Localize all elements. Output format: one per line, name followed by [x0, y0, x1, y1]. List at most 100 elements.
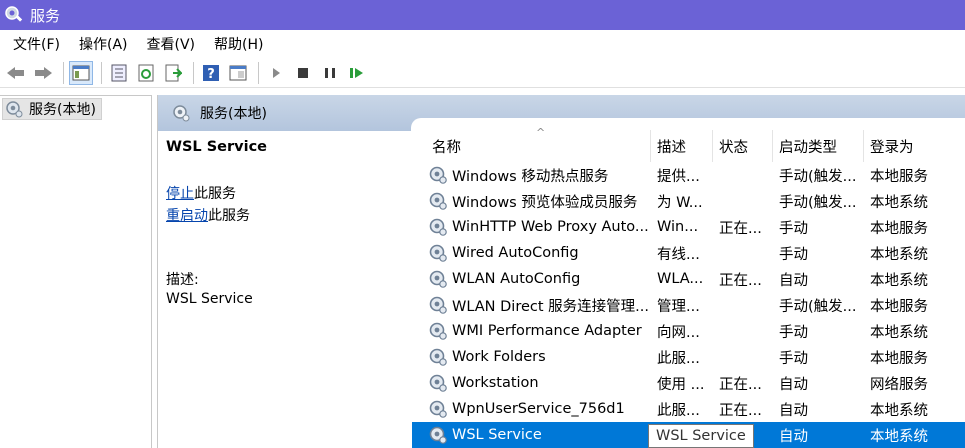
export-list-button[interactable] — [161, 61, 185, 85]
cell-log-on-as: 本地服务 — [870, 298, 928, 315]
selected-service-name: WSL Service — [166, 139, 268, 155]
cell-startup-type: 自动 — [779, 428, 808, 445]
cell-status — [719, 292, 775, 318]
cell-startup-type: 手动(触发... — [779, 168, 857, 185]
pause-service-button[interactable] — [318, 61, 342, 85]
stop-icon — [298, 67, 308, 78]
cell-status: 正在... — [719, 220, 762, 237]
properties-button[interactable] — [107, 61, 131, 85]
description-text: WSL Service — [166, 291, 253, 307]
export-list-icon — [165, 64, 182, 81]
toolbar-separator — [258, 61, 259, 84]
column-header-startup-type[interactable]: 启动类型 — [773, 130, 864, 162]
console-tree-button[interactable] — [69, 60, 93, 85]
refresh-button[interactable] — [134, 61, 158, 85]
column-header-log-on-as[interactable]: 登录为 — [864, 130, 965, 162]
restart-service-button[interactable] — [345, 61, 369, 85]
table-row[interactable]: WLAN AutoConfig WLA... 正在... 自动 本地系统 — [412, 266, 965, 292]
start-service-button[interactable] — [264, 61, 288, 85]
forward-button[interactable] — [31, 61, 55, 85]
menu-file[interactable]: 文件(F) — [13, 34, 60, 54]
refresh-icon — [138, 64, 154, 81]
service-gear-icon — [429, 218, 447, 236]
column-header-description[interactable]: 描述 — [651, 130, 713, 162]
cell-description: 管理... — [657, 298, 700, 315]
table-row[interactable]: WLAN Direct 服务连接管理... 管理... 手动(触发... 本地服务 — [412, 292, 965, 318]
restart-service-link[interactable]: 重启动 — [166, 208, 208, 224]
cell-startup-type: 自动 — [779, 272, 808, 289]
services-gear-icon — [5, 6, 23, 22]
cell-status — [719, 344, 775, 370]
panel-title: 服务(本地) — [200, 106, 267, 122]
resume-icon — [350, 67, 363, 78]
pause-icon — [325, 67, 335, 78]
table-row[interactable]: Windows 预览体验成员服务 为 W... 手动(触发... 本地系统 — [412, 188, 965, 214]
description-label: 描述: — [166, 272, 199, 288]
cell-log-on-as: 本地系统 — [870, 324, 928, 341]
cell-description: Win... — [657, 219, 699, 235]
restart-suffix: 此服务 — [208, 208, 250, 224]
console-tree: 服务(本地) — [0, 95, 152, 448]
cell-log-on-as: 本地系统 — [870, 194, 928, 211]
table-row[interactable]: WinHTTP Web Proxy Auto... Win... 正在... 手动 本地… — [412, 214, 965, 240]
title-bar: 服务 — [0, 0, 965, 30]
service-gear-icon — [429, 166, 447, 184]
menu-view[interactable]: 查看(V) — [147, 34, 196, 54]
table-row[interactable]: WpnUserService_756d1 此服... 正在... 自动 本地系统 — [412, 396, 965, 422]
name-tooltip: WSL Service — [648, 424, 754, 448]
table-row[interactable]: Windows 移动热点服务 提供... 手动(触发... 本地服务 — [412, 162, 965, 188]
cell-name: Work Folders — [452, 349, 546, 365]
cell-name: Workstation — [452, 375, 539, 391]
console-tree-icon — [72, 65, 90, 80]
cell-log-on-as: 本地系统 — [870, 246, 928, 263]
back-button[interactable] — [4, 61, 28, 85]
service-gear-icon — [429, 270, 447, 288]
cell-log-on-as: 本地系统 — [870, 272, 928, 289]
cell-status — [719, 188, 775, 214]
toolbar-separator — [193, 61, 194, 84]
view-button[interactable] — [226, 61, 250, 85]
cell-status — [719, 162, 775, 188]
svg-text:?: ? — [207, 67, 215, 82]
forward-icon — [35, 66, 52, 79]
table-row[interactable]: Work Folders 此服... 手动 本地服务 — [412, 344, 965, 370]
toolbar-separator — [63, 61, 64, 84]
cell-startup-type: 自动 — [779, 376, 808, 393]
window-title: 服务 — [30, 6, 61, 25]
menu-action[interactable]: 操作(A) — [79, 34, 128, 54]
toolbar: ? — [0, 58, 965, 88]
cell-name: WLAN Direct 服务连接管理... — [452, 298, 649, 315]
cell-startup-type: 手动 — [779, 246, 808, 263]
menu-bar: 文件(F) 操作(A) 查看(V) 帮助(H) — [0, 30, 965, 58]
cell-startup-type: 手动 — [779, 350, 808, 367]
cell-log-on-as: 网络服务 — [870, 376, 928, 393]
table-row[interactable]: Wired AutoConfig 有线... 手动 本地系统 — [412, 240, 965, 266]
cell-name: Wired AutoConfig — [452, 245, 579, 261]
cell-name: Windows 预览体验成员服务 — [452, 194, 638, 211]
cell-name: WLAN AutoConfig — [452, 271, 581, 287]
column-header-name[interactable]: 名称 — [426, 130, 651, 162]
help-icon: ? — [203, 64, 219, 82]
stop-service-link[interactable]: 停止 — [166, 186, 194, 202]
service-gear-icon — [429, 400, 447, 418]
cell-log-on-as: 本地服务 — [870, 220, 928, 237]
toolbar-separator — [101, 61, 102, 84]
tree-item-services-local[interactable]: 服务(本地) — [2, 98, 102, 120]
stop-suffix: 此服务 — [194, 186, 236, 202]
table-header: ^ 名称 描述 状态 启动类型 登录为 — [412, 126, 965, 162]
table-row[interactable]: WMI Performance Adapter 向网... 手动 本地系统 — [412, 318, 965, 344]
stop-service-button[interactable] — [291, 61, 315, 85]
cell-startup-type: 手动 — [779, 324, 808, 341]
service-gear-icon — [429, 374, 447, 392]
cell-name: WpnUserService_756d1 — [452, 401, 625, 417]
table-row[interactable]: Workstation 使用 ... 正在... 自动 网络服务 — [412, 370, 965, 396]
service-gear-icon — [429, 296, 447, 314]
help-button[interactable]: ? — [199, 61, 223, 85]
properties-icon — [111, 64, 127, 81]
cell-status: 正在... — [719, 402, 762, 419]
menu-help[interactable]: 帮助(H) — [214, 34, 263, 54]
cell-description: 为 W... — [657, 194, 703, 211]
tree-item-label: 服务(本地) — [29, 102, 96, 118]
column-header-status[interactable]: 状态 — [713, 130, 773, 162]
restart-action: 重启动此服务 — [166, 205, 250, 225]
